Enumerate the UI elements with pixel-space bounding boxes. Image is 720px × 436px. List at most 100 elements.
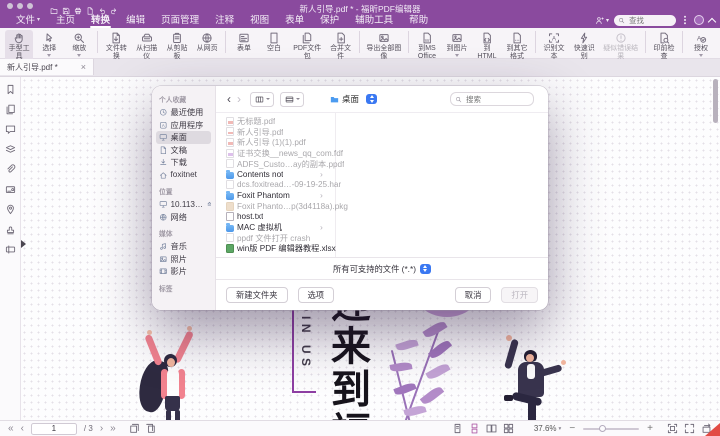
column-view-button[interactable] bbox=[250, 92, 274, 107]
open-button[interactable]: 打开 bbox=[501, 287, 538, 303]
history-prev-button[interactable] bbox=[129, 423, 140, 434]
ribbon-tool-缩放[interactable]: 缩放 bbox=[65, 30, 93, 58]
document-tab[interactable]: 新人引导.pdf * × bbox=[0, 59, 94, 75]
previous-page-button[interactable]: ‹ bbox=[21, 424, 24, 434]
last-page-button[interactable]: » bbox=[110, 424, 116, 434]
sidebar-item-照片[interactable]: 照片 bbox=[156, 253, 211, 266]
page-number-input[interactable] bbox=[31, 423, 77, 435]
sidebar-item-影片[interactable]: 影片 bbox=[156, 265, 211, 278]
location-dropdown[interactable]: 桌面 bbox=[330, 93, 377, 105]
forward-button[interactable]: › bbox=[234, 93, 244, 105]
format-stepper[interactable] bbox=[420, 264, 431, 274]
menu-主页[interactable]: 主页 bbox=[48, 12, 83, 28]
ribbon-divider bbox=[682, 31, 683, 53]
menu-编辑[interactable]: 编辑 bbox=[118, 12, 153, 28]
chevron-down-icon: ▾ bbox=[606, 17, 609, 24]
sidebar-item-音乐[interactable]: 音乐 bbox=[156, 240, 211, 253]
account-avatar[interactable] bbox=[694, 15, 704, 25]
location-stepper[interactable] bbox=[366, 94, 377, 104]
file-row[interactable]: Contents not› bbox=[216, 169, 548, 180]
panel-expander-icon[interactable] bbox=[21, 240, 26, 248]
to-html-icon bbox=[481, 31, 493, 44]
cancel-button[interactable]: 取消 bbox=[455, 287, 492, 303]
file-row[interactable]: ADFS_Custo…ay的副本.ppdf bbox=[216, 158, 548, 169]
titlebar-search-input[interactable] bbox=[627, 15, 672, 26]
continuous-view-button[interactable] bbox=[469, 423, 480, 434]
more-options-button[interactable] bbox=[684, 19, 686, 21]
history-next-button[interactable] bbox=[145, 423, 156, 434]
single-page-view-button[interactable] bbox=[452, 423, 463, 434]
stamp-panel-button[interactable] bbox=[5, 222, 16, 234]
file-name: Foxit Phanto…p(3d4118a).pkg bbox=[237, 202, 348, 211]
ribbon-tool-空白[interactable]: 空白 bbox=[260, 30, 288, 58]
zoom-level-dropdown[interactable]: 37.6%▾ bbox=[534, 424, 561, 433]
ribbon-tool-选择[interactable]: 选择 bbox=[35, 30, 63, 58]
menu-注释[interactable]: 注释 bbox=[207, 12, 242, 28]
sidebar-item-下载[interactable]: 下载 bbox=[156, 156, 211, 169]
ribbon-tool-表单[interactable]: 表单 bbox=[230, 30, 258, 58]
zoom-out-button[interactable]: − bbox=[567, 424, 577, 434]
sidebar-item-最近使用[interactable]: 最近使用 bbox=[156, 106, 211, 119]
menu-文件[interactable]: 文件▾ bbox=[8, 12, 48, 28]
navigation-rail bbox=[0, 77, 21, 420]
file-row[interactable]: dcs.foxitread…-09-19-25.har bbox=[216, 180, 548, 191]
vertical-scrollbar-thumb[interactable] bbox=[713, 79, 718, 123]
new-folder-button[interactable]: 新建文件夹 bbox=[226, 287, 288, 303]
menu-视图[interactable]: 视图 bbox=[242, 12, 277, 28]
fullscreen-button[interactable] bbox=[684, 423, 695, 434]
menu-label: 表单 bbox=[285, 13, 304, 28]
sidebar-item-应用程序[interactable]: A应用程序 bbox=[156, 119, 211, 132]
zoom-slider-knob[interactable] bbox=[599, 425, 606, 432]
web-icon bbox=[201, 31, 213, 44]
format-dropdown-label[interactable]: 所有可支持的文件 (*.*) bbox=[333, 263, 416, 275]
music-icon bbox=[159, 242, 168, 251]
dialog-search-input[interactable] bbox=[464, 94, 529, 105]
comments-panel-button[interactable] bbox=[5, 122, 16, 134]
facing-view-button[interactable] bbox=[486, 423, 497, 434]
page-thumbnails-panel-button[interactable] bbox=[5, 102, 16, 114]
sidebar-item-10.113…[interactable]: 10.113… bbox=[156, 198, 211, 211]
file-row[interactable]: win版 PDF 编辑器教程.xlsx bbox=[216, 243, 548, 254]
bookmark-panel-button[interactable] bbox=[5, 82, 16, 94]
dialog-search-field[interactable] bbox=[450, 92, 534, 106]
collapse-ribbon-button[interactable] bbox=[708, 17, 716, 25]
signature-panel-button[interactable] bbox=[5, 182, 16, 194]
sidebar-item-桌面[interactable]: 桌面 bbox=[156, 131, 211, 144]
ribbon-tool-授权[interactable]: A授权 bbox=[687, 30, 715, 58]
layers-panel-button[interactable] bbox=[5, 142, 16, 154]
fit-page-button[interactable] bbox=[667, 423, 678, 434]
menu-保护[interactable]: 保护 bbox=[312, 12, 347, 28]
back-button[interactable]: ‹ bbox=[224, 93, 234, 105]
titlebar-search-field[interactable] bbox=[614, 15, 676, 26]
options-button[interactable]: 选项 bbox=[298, 287, 335, 303]
menu-页面管理[interactable]: 页面管理 bbox=[153, 12, 207, 28]
next-page-button[interactable]: › bbox=[100, 424, 103, 434]
sidebar-item-文稿[interactable]: 文稿 bbox=[156, 144, 211, 157]
first-page-button[interactable]: « bbox=[8, 424, 14, 434]
ribbon-tool-到图片[interactable]: 到图片 bbox=[443, 30, 471, 58]
sidebar-item-foxitnet[interactable]: foxitnet bbox=[156, 169, 211, 182]
close-tab-icon[interactable]: × bbox=[81, 63, 86, 72]
menu-表单[interactable]: 表单 bbox=[277, 12, 312, 28]
file-row[interactable]: Foxit Phantom› bbox=[216, 190, 548, 201]
file-row[interactable]: Foxit Phanto…p(3d4118a).pkg bbox=[216, 201, 548, 212]
corner-decoration bbox=[705, 423, 720, 436]
sidebar-item-label: 音乐 bbox=[171, 240, 187, 252]
share-button[interactable]: ▾ bbox=[595, 16, 609, 25]
ribbon-tool-从网页[interactable]: 从网页 bbox=[193, 30, 221, 58]
eject-button[interactable] bbox=[206, 200, 211, 209]
zoom-slider[interactable] bbox=[583, 428, 639, 430]
menu-转换[interactable]: 转换 bbox=[83, 12, 118, 28]
list-view-button[interactable] bbox=[280, 92, 304, 107]
file-name: Foxit Phantom bbox=[237, 191, 290, 200]
hand-icon bbox=[13, 31, 25, 44]
quad-view-button[interactable] bbox=[503, 423, 514, 434]
menu-label: 视图 bbox=[250, 13, 269, 28]
menu-辅助工具[interactable]: 辅助工具 bbox=[347, 12, 401, 28]
menu-帮助[interactable]: 帮助 bbox=[401, 12, 436, 28]
attachment-panel-button[interactable] bbox=[5, 162, 16, 174]
destination-pin-panel-button[interactable] bbox=[5, 202, 16, 214]
form-field-panel-button[interactable] bbox=[5, 242, 16, 254]
sidebar-item-网络[interactable]: 网络 bbox=[156, 211, 211, 224]
zoom-in-button[interactable]: + bbox=[645, 424, 655, 434]
